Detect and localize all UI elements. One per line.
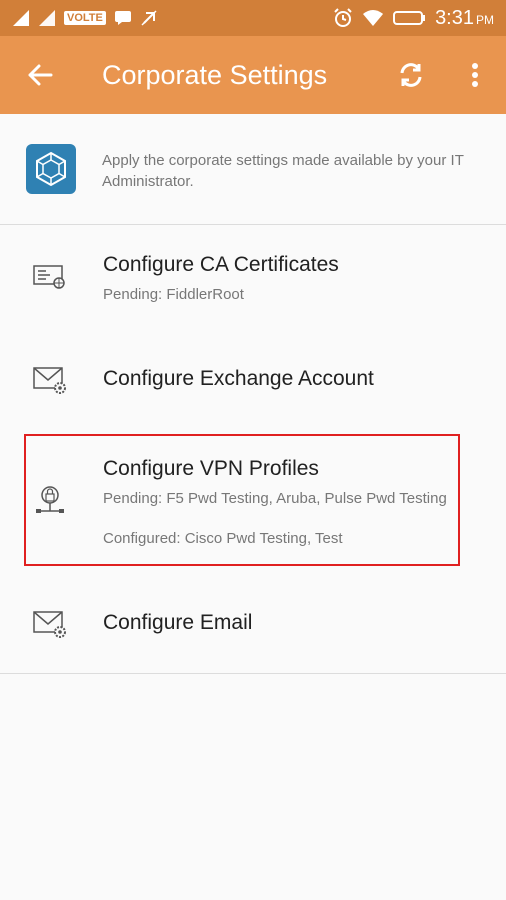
settings-list: Apply the corporate settings made availa… bbox=[0, 114, 506, 900]
item-title: Configure Email bbox=[103, 611, 253, 634]
intro-section: Apply the corporate settings made availa… bbox=[0, 114, 506, 225]
back-arrow-icon bbox=[28, 64, 53, 86]
item-pending: Pending: FiddlerRoot bbox=[103, 286, 244, 303]
mail-settings-icon bbox=[30, 604, 70, 644]
page-title: Corporate Settings bbox=[102, 59, 328, 90]
alarm-icon bbox=[334, 8, 352, 27]
configure-vpn-profiles-item[interactable]: Configure VPN Profiles Pending: F5 Pwd T… bbox=[0, 429, 506, 572]
item-pending: Pending: F5 Pwd Testing, Aruba, Pulse Pw… bbox=[103, 490, 447, 507]
more-options-button[interactable] bbox=[456, 56, 494, 94]
item-title: Configure CA Certificates bbox=[103, 253, 339, 276]
item-title: Configure VPN Profiles bbox=[103, 457, 319, 480]
volte-badge: VOLTE bbox=[64, 11, 106, 25]
intro-text: Apply the corporate settings made availa… bbox=[102, 152, 464, 190]
vpn-lock-icon bbox=[30, 481, 70, 521]
item-title: Configure Exchange Account bbox=[103, 367, 374, 390]
configure-email-item[interactable]: Configure Email bbox=[0, 571, 506, 674]
wifi-icon bbox=[363, 10, 384, 26]
signal-icon bbox=[39, 10, 55, 26]
corporate-hexagon-icon bbox=[26, 144, 76, 194]
message-icon bbox=[114, 11, 131, 25]
battery-icon bbox=[393, 11, 426, 25]
mail-settings-icon bbox=[30, 360, 70, 400]
signal-icon bbox=[13, 10, 29, 26]
clock-ampm: PM bbox=[476, 12, 494, 27]
app-bar: Corporate Settings bbox=[0, 36, 506, 114]
no-sync-icon bbox=[141, 10, 157, 26]
configure-exchange-account-item[interactable]: Configure Exchange Account bbox=[0, 327, 506, 430]
status-bar: VOLTE 3:31 PM bbox=[0, 0, 506, 36]
certificate-icon bbox=[30, 256, 70, 296]
back-button[interactable] bbox=[0, 36, 80, 114]
more-vertical-icon bbox=[472, 63, 478, 87]
refresh-icon bbox=[400, 63, 422, 87]
configure-ca-certificates-item[interactable]: Configure CA Certificates Pending: Fiddl… bbox=[0, 225, 506, 328]
refresh-button[interactable] bbox=[392, 56, 430, 94]
item-configured: Configured: Cisco Pwd Testing, Test bbox=[103, 530, 343, 547]
clock-time: 3:31 bbox=[435, 6, 474, 29]
